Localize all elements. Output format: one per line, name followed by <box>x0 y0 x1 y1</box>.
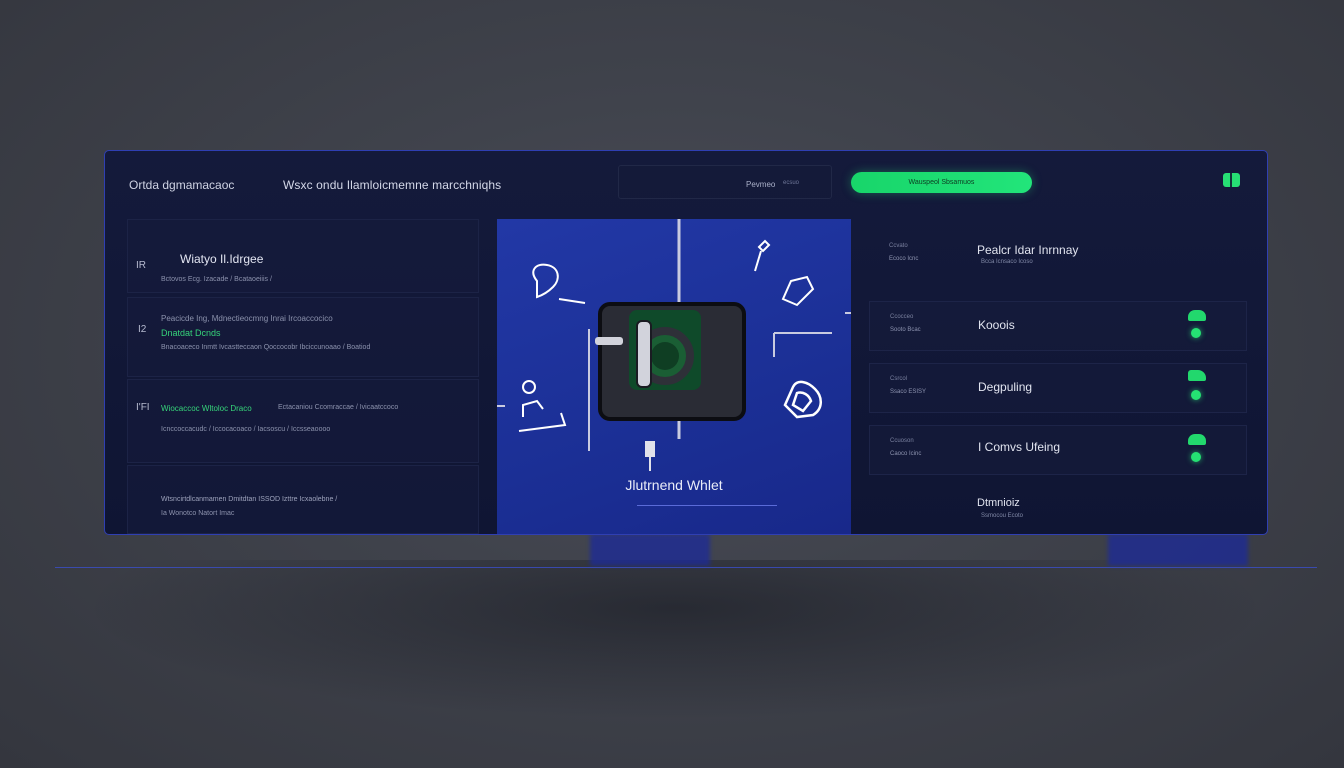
card-index: I2 <box>138 324 147 335</box>
row-sub: Ssmocou Ecoto <box>981 513 1024 519</box>
status-dot <box>1191 328 1201 338</box>
row-label: Pealcr Idar Inrnnay <box>977 243 1079 257</box>
key-icon <box>754 239 771 272</box>
status-tag-icon <box>1188 310 1206 321</box>
card-meta: Bctovos Ecg. Izacade / Bcataoeiiis / <box>161 276 272 283</box>
hand-bag-icon <box>781 275 815 307</box>
card-meta: Ia Wonotco Natort Imac <box>161 510 235 517</box>
status-dot <box>1191 390 1201 400</box>
filter-box[interactable] <box>618 165 832 199</box>
right-list-panel: Ccvato Ecoco Icnc Pealcr Idar Inrnnay Bc… <box>869 219 1247 534</box>
row-label: Dtmnioiz <box>977 497 1020 509</box>
wallet-hero-panel: Jlutrnend Whlet <box>497 219 851 534</box>
under-glow-center <box>590 534 710 566</box>
row-mini-bottom: Caoco Icinc <box>890 451 922 457</box>
row-label: Degpuling <box>978 380 1033 394</box>
primary-cta-button[interactable]: Wauspeol Sbsamuos <box>851 172 1032 193</box>
card-line: Ectacaniou Ccomraccae / Ivicaatccoco <box>278 404 399 411</box>
list-card[interactable]: Wtsncirtdlcanmamen Dmitdtan ISSOD Izttre… <box>127 465 479 534</box>
wallet-icon <box>595 302 746 471</box>
right-row-0[interactable]: Ccvato Ecoco Icnc Pealcr Idar Inrnnay Bc… <box>869 219 1245 281</box>
chat-bubble-icon <box>532 263 586 304</box>
under-glow-right <box>1108 534 1248 566</box>
card-line: Wtsncirtdlcanmamen Dmitdtan ISSOD Izttre… <box>161 496 338 503</box>
row-label: Kooois <box>978 318 1015 332</box>
user-desk-icon <box>518 380 567 432</box>
right-row-3[interactable]: Ccuoson Caoco Icinc I Comvs Ufeing <box>869 425 1247 475</box>
row-sub: Bcca Icnsaco Icoso <box>981 259 1033 265</box>
card-meta: Bnacoaceco Inmtt Ivcastteccaon Qoccocobr… <box>161 344 371 351</box>
left-list-panel: IR Wiatyo Il.Idrgee Bctovos Ecg. Izacade… <box>127 219 479 534</box>
status-tag-icon <box>1188 370 1206 381</box>
row-mini: Ccvato Ecoco Icnc <box>889 243 951 267</box>
right-row-1[interactable]: Ccocceo Sooto Bcac Kooois <box>869 301 1247 351</box>
list-card[interactable]: I'FI Wiocaccoc Wltoloc Draco Ectacaniou … <box>127 379 479 463</box>
card-highlight: Dnatdat Dcnds <box>161 328 221 338</box>
row-mini-top: Csrcol <box>890 376 908 382</box>
filter-hint: ecsuo <box>783 180 800 186</box>
app-title: Ortda dgmamacaoc <box>129 178 235 192</box>
row-mini-top: Ccuoson <box>890 438 914 444</box>
right-row-2[interactable]: Csrcol Ssaco ESISY Degpuling <box>869 363 1247 413</box>
card-index: I'FI <box>136 402 150 413</box>
right-row-4[interactable]: Dtmnioiz Ssmocou Ecoto <box>869 485 1245 531</box>
card-highlight: Wiocaccoc Wltoloc Draco <box>161 404 252 413</box>
row-mini: Ccocceo Sooto Bcac <box>890 314 952 338</box>
status-dot <box>1191 452 1201 462</box>
list-card[interactable]: I2 Peacicde Ing, Mdnectieocmng Inrai Irc… <box>127 297 479 377</box>
floor-line <box>55 567 1317 568</box>
card-line: Peacicde Ing, Mdnectieocmng Inrai Ircoac… <box>161 314 333 323</box>
status-tag-icon <box>1188 434 1206 445</box>
card-index: IR <box>136 260 146 271</box>
row-mini-bottom: Sooto Bcac <box>890 327 921 333</box>
header-bar: Ortda dgmamacaoc Wsxc ondu Ilamloicmemne… <box>105 151 1267 213</box>
row-mini-top: Ccvato <box>889 243 908 249</box>
row-mini-bottom: Ecoco Icnc <box>889 256 919 262</box>
dashboard-window: Ortda dgmamacaoc Wsxc ondu Ilamloicmemne… <box>104 150 1268 535</box>
row-mini-bottom: Ssaco ESISY <box>890 389 927 395</box>
wallet-underline <box>637 505 777 506</box>
filter-label: Pevmeo <box>746 180 776 189</box>
wallet-label: Jlutrnend Whlet <box>625 477 723 493</box>
row-mini: Csrcol Ssaco ESISY <box>890 376 952 400</box>
row-mini-top: Ccocceo <box>890 314 914 320</box>
card-title: Wiatyo Il.Idrgee <box>180 252 264 266</box>
shield-icon <box>783 380 822 419</box>
list-card[interactable]: IR Wiatyo Il.Idrgee Bctovos Ecg. Izacade… <box>127 219 479 293</box>
card-meta: Icnccoccacudc / Iccocacoaco / Iacsoscu /… <box>161 426 331 433</box>
toggle-icon[interactable] <box>1223 173 1240 187</box>
panel-shadow <box>80 560 1270 720</box>
header-subtitle: Wsxc ondu Ilamloicmemne marcchniqhs <box>283 178 502 192</box>
row-label: I Comvs Ufeing <box>978 440 1061 454</box>
row-mini: Ccuoson Caoco Icinc <box>890 438 952 462</box>
